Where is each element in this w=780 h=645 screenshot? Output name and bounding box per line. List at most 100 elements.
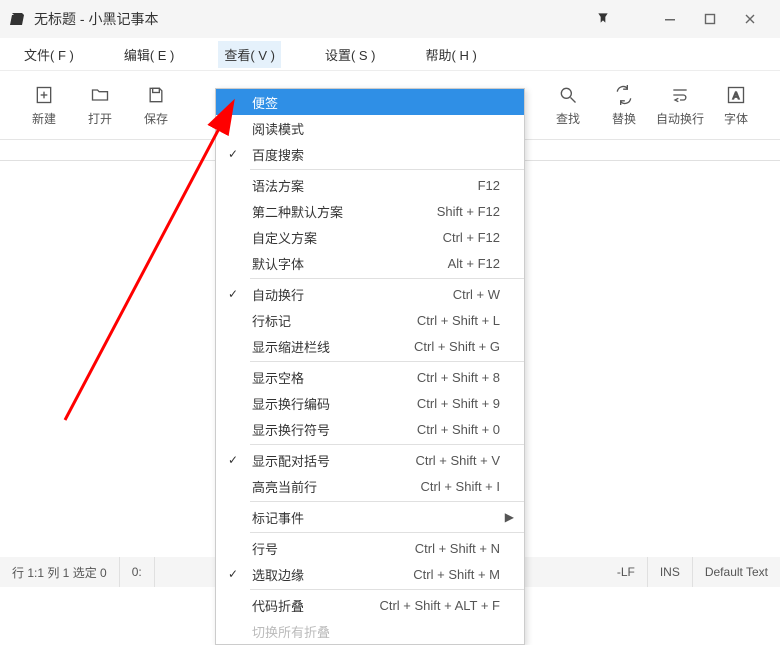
- menu-item-label: 显示配对括号: [244, 451, 415, 470]
- menu-item-label: 标记事件: [244, 508, 500, 527]
- menu-item-shortcut: Ctrl + Shift + M: [413, 567, 500, 582]
- menu-file[interactable]: 文件( F ): [18, 41, 80, 68]
- menu-item[interactable]: 行号Ctrl + Shift + N: [216, 535, 524, 561]
- menu-setting[interactable]: 设置( S ): [319, 41, 382, 68]
- menu-item[interactable]: 自定义方案Ctrl + F12: [216, 224, 524, 250]
- menu-separator: [250, 501, 524, 502]
- menu-item-label: 自定义方案: [244, 228, 443, 247]
- menu-item-label: 默认字体: [244, 254, 448, 273]
- toolbar-font-label: 字体: [724, 110, 748, 127]
- menu-item[interactable]: 高亮当前行Ctrl + Shift + I: [216, 473, 524, 499]
- menu-item[interactable]: 便签: [216, 89, 524, 115]
- status-position: 行 1:1 列 1 选定 0: [0, 557, 120, 587]
- menu-item[interactable]: ✓百度搜索: [216, 141, 524, 167]
- menu-item[interactable]: 第二种默认方案Shift + F12: [216, 198, 524, 224]
- check-icon: ✓: [222, 147, 244, 161]
- menu-item[interactable]: 标记事件▶: [216, 504, 524, 530]
- menu-item[interactable]: 显示缩进栏线Ctrl + Shift + G: [216, 333, 524, 359]
- toolbar-save-label: 保存: [144, 110, 168, 127]
- check-icon: ✓: [222, 287, 244, 301]
- menu-item-shortcut: Ctrl + Shift + 9: [417, 396, 500, 411]
- check-icon: ✓: [222, 567, 244, 581]
- menu-item-shortcut: Ctrl + F12: [443, 230, 500, 245]
- menu-item-label: 高亮当前行: [244, 477, 421, 496]
- menu-item[interactable]: ✓选取边缘Ctrl + Shift + M: [216, 561, 524, 587]
- toolbar-find-button[interactable]: 查找: [540, 77, 596, 133]
- menu-item-shortcut: Shift + F12: [437, 204, 500, 219]
- pin-icon[interactable]: [596, 11, 610, 28]
- toolbar-open-label: 打开: [88, 110, 112, 127]
- menu-item-shortcut: Ctrl + Shift + V: [415, 453, 500, 468]
- toolbar-open-button[interactable]: 打开: [72, 77, 128, 133]
- menu-item-label: 显示换行符号: [244, 420, 417, 439]
- menu-item-label: 显示空格: [244, 368, 417, 387]
- menu-item[interactable]: 行标记Ctrl + Shift + L: [216, 307, 524, 333]
- menu-item[interactable]: 默认字体Alt + F12: [216, 250, 524, 276]
- toolbar-find-label: 查找: [556, 110, 580, 127]
- new-file-icon: [33, 84, 55, 106]
- menu-item-label: 百度搜索: [244, 145, 500, 164]
- menu-item-label: 行标记: [244, 311, 417, 330]
- toolbar-save-button[interactable]: 保存: [128, 77, 184, 133]
- menu-item-label: 阅读模式: [244, 119, 500, 138]
- check-icon: ✓: [222, 453, 244, 467]
- toolbar-replace-label: 替换: [612, 110, 636, 127]
- menu-item[interactable]: 代码折叠Ctrl + Shift + ALT + F: [216, 592, 524, 618]
- menu-item-label: 切换所有折叠: [244, 622, 500, 641]
- menu-item-label: 代码折叠: [244, 596, 379, 615]
- menu-item[interactable]: ✓自动换行Ctrl + W: [216, 281, 524, 307]
- menu-item-label: 语法方案: [244, 176, 478, 195]
- menu-item[interactable]: 显示换行编码Ctrl + Shift + 9: [216, 390, 524, 416]
- menu-item-label: 第二种默认方案: [244, 202, 437, 221]
- menu-separator: [250, 361, 524, 362]
- menu-item-shortcut: Ctrl + Shift + L: [417, 313, 500, 328]
- menu-help[interactable]: 帮助( H ): [420, 41, 483, 68]
- view-menu-dropdown: 便签阅读模式✓百度搜索语法方案F12第二种默认方案Shift + F12自定义方…: [215, 88, 525, 645]
- menu-separator: [250, 278, 524, 279]
- search-icon: [557, 84, 579, 106]
- status-language: Default Text: [693, 557, 780, 587]
- menu-bar: 文件( F ) 编辑( E ) 查看( V ) 设置( S ) 帮助( H ): [0, 38, 780, 70]
- toolbar-wrap-button[interactable]: 自动换行: [652, 77, 708, 133]
- menu-item: 切换所有折叠: [216, 618, 524, 644]
- menu-item-label: 便签: [244, 93, 500, 112]
- menu-item[interactable]: 语法方案F12: [216, 172, 524, 198]
- toolbar-font-button[interactable]: A 字体: [708, 77, 764, 133]
- close-button[interactable]: [730, 0, 770, 38]
- menu-item-label: 显示换行编码: [244, 394, 417, 413]
- menu-separator: [250, 444, 524, 445]
- menu-view[interactable]: 查看( V ): [218, 41, 281, 68]
- menu-item-label: 行号: [244, 539, 415, 558]
- svg-text:A: A: [733, 91, 740, 102]
- wrap-icon: [669, 84, 691, 106]
- minimize-button[interactable]: [650, 0, 690, 38]
- menu-item[interactable]: 阅读模式: [216, 115, 524, 141]
- menu-item-shortcut: Ctrl + Shift + G: [414, 339, 500, 354]
- app-icon: [10, 11, 26, 27]
- toolbar-replace-button[interactable]: 替换: [596, 77, 652, 133]
- open-file-icon: [89, 84, 111, 106]
- menu-item-shortcut: Ctrl + Shift + I: [421, 479, 500, 494]
- toolbar-new-button[interactable]: 新建: [16, 77, 72, 133]
- menu-item[interactable]: ✓显示配对括号Ctrl + Shift + V: [216, 447, 524, 473]
- maximize-button[interactable]: [690, 0, 730, 38]
- menu-item-shortcut: Alt + F12: [448, 256, 500, 271]
- toolbar-new-label: 新建: [32, 110, 56, 127]
- menu-item-shortcut: Ctrl + Shift + N: [415, 541, 500, 556]
- font-icon: A: [725, 84, 747, 106]
- menu-item-shortcut: Ctrl + W: [453, 287, 500, 302]
- menu-item[interactable]: 显示空格Ctrl + Shift + 8: [216, 364, 524, 390]
- menu-edit[interactable]: 编辑( E ): [118, 41, 181, 68]
- menu-item-label: 显示缩进栏线: [244, 337, 414, 356]
- window-title: 无标题 - 小黑记事本: [34, 9, 158, 29]
- menu-item[interactable]: 显示换行符号Ctrl + Shift + 0: [216, 416, 524, 442]
- status-insert-mode: INS: [648, 557, 693, 587]
- save-icon: [145, 84, 167, 106]
- menu-separator: [250, 589, 524, 590]
- menu-item-shortcut: Ctrl + Shift + 8: [417, 370, 500, 385]
- menu-item-label: 自动换行: [244, 285, 453, 304]
- status-zero: 0:: [120, 557, 155, 587]
- menu-item-shortcut: Ctrl + Shift + ALT + F: [379, 598, 500, 613]
- toolbar-wrap-label: 自动换行: [656, 110, 704, 127]
- title-bar: 无标题 - 小黑记事本: [0, 0, 780, 38]
